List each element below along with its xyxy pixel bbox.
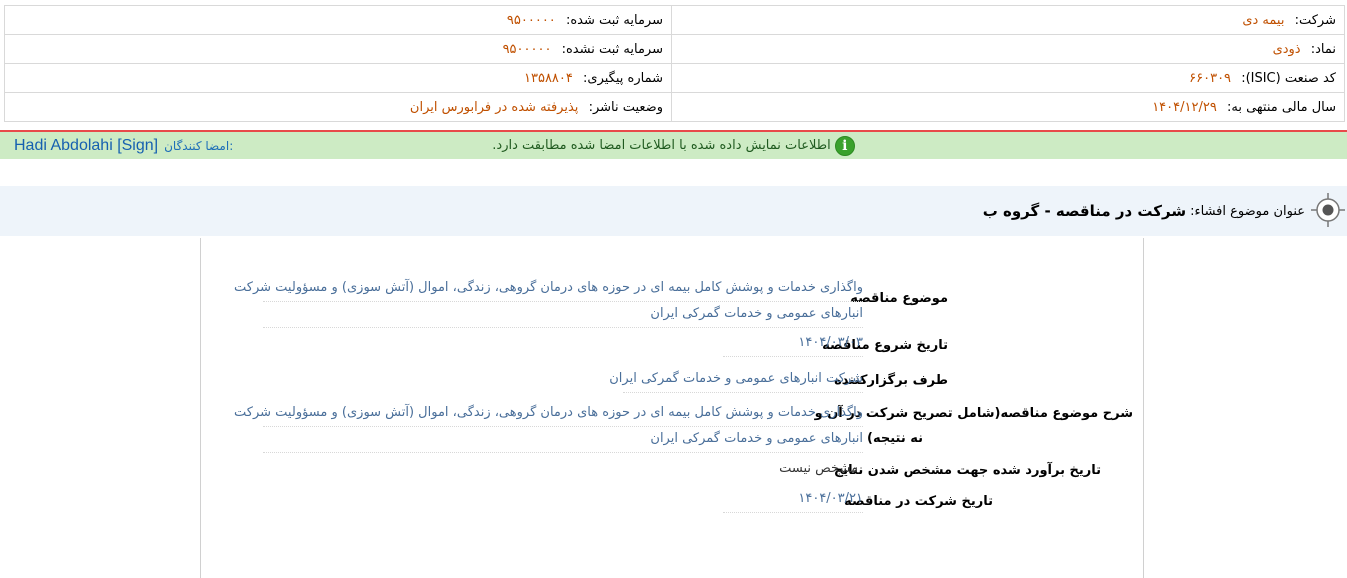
disclosure-title-value: شرکت در مناقصه - گروه ب [982,202,1187,220]
description-label-line2: نه نتیجه) [867,431,923,446]
info-row: نماد: ذودی سرمایه ثبت نشده: ۹۵۰۰۰۰۰ [4,34,1345,64]
verification-text: اطلاعات نمایش داده شده با اطلاعات امضا ش… [492,138,831,153]
description-value-line1: واگذاری خدمات و پوشش کامل بیمه ای در حوز… [234,400,863,427]
start-date-value: ۱۴۰۴/۰۳/۰۳ [723,330,863,357]
tracking-value: ۱۳۵۸۸۰۴ [524,70,573,86]
estimated-date-value: مشخص نیست [779,461,858,476]
registered-capital-value: ۹۵۰۰۰۰۰ [506,12,556,28]
company-label: شرکت: [1294,12,1336,28]
publisher-status-cell: وضعیت ناشر: پذیرفته شده در فرابورس ایران [4,92,672,122]
unregistered-capital-value: ۹۵۰۰۰۰۰ [502,41,552,57]
subject-value-line2: انبارهای عمومی و خدمات گمرکی ایران [263,301,863,328]
company-info-table: شرکت: بیمه دی سرمایه ثبت شده: ۹۵۰۰۰۰۰ نم… [4,5,1345,122]
disclosure-title-label: عنوان موضوع افشاء: [1190,203,1305,219]
isic-cell: کد صنعت (ISIC): ۶۶۰۳۰۹ [671,63,1345,93]
symbol-value: ذودی [1272,41,1301,57]
participation-date-label: تاریخ شرکت در مناقصه [844,494,993,509]
signers: Hadi Abdolahi [Sign] امضا کنندگان: [14,132,233,159]
publisher-status-value: پذیرفته شده در فرابورس ایران [409,99,579,115]
subject-label: موضوع مناقصه [850,291,948,306]
estimated-date-label: تاریخ برآورد شده جهت مشخص شدن نتایج [833,463,1101,478]
fiscal-cell: سال مالی منتهی به: ۱۴۰۴/۱۲/۲۹ [671,92,1345,122]
info-row: شرکت: بیمه دی سرمایه ثبت شده: ۹۵۰۰۰۰۰ [4,5,1345,35]
info-row: سال مالی منتهی به: ۱۴۰۴/۱۲/۲۹ وضعیت ناشر… [4,92,1345,122]
description-value-line2: انبارهای عمومی و خدمات گمرکی ایران [263,426,863,453]
tracking-label: شماره پیگیری: [583,70,663,86]
tender-details: موضوع مناقصه واگذاری خدمات و پوشش کامل ب… [200,238,1144,578]
registered-capital-label: سرمایه ثبت شده: [565,12,663,28]
subject-value-line1: واگذاری خدمات و پوشش کامل بیمه ای در حوز… [234,275,863,302]
disclosure-title: عنوان موضوع افشاء: شرکت در مناقصه - گروه… [983,186,1305,236]
info-row: کد صنعت (ISIC): ۶۶۰۳۰۹ شماره پیگیری: ۱۳۵… [4,63,1345,93]
isic-label: کد صنعت (ISIC): [1241,70,1336,86]
signer-link[interactable]: Hadi Abdolahi [Sign] [14,137,158,155]
fiscal-label: سال مالی منتهی به: [1226,99,1336,115]
symbol-label: نماد: [1310,41,1336,57]
info-icon: i [834,135,855,156]
unregistered-capital-cell: سرمایه ثبت نشده: ۹۵۰۰۰۰۰ [4,34,672,64]
verification-status-bar: i اطلاعات نمایش داده شده با اطلاعات امضا… [0,132,1347,159]
participation-date-value: ۱۴۰۴/۰۳/۲۱ [723,486,863,513]
isic-value: ۶۶۰۳۰۹ [1189,70,1232,86]
company-value: بیمه دی [1242,12,1285,28]
fiscal-value: ۱۴۰۴/۱۲/۲۹ [1152,99,1217,115]
disclosure-title-bar: عنوان موضوع افشاء: شرکت در مناقصه - گروه… [0,186,1347,236]
unregistered-capital-label: سرمایه ثبت نشده: [561,41,663,57]
registered-capital-cell: سرمایه ثبت شده: ۹۵۰۰۰۰۰ [4,5,672,35]
tracking-cell: شماره پیگیری: ۱۳۵۸۸۰۴ [4,63,672,93]
publisher-status-label: وضعیت ناشر: [588,99,663,115]
symbol-cell: نماد: ذودی [671,34,1345,64]
target-icon [1311,193,1345,227]
organizer-value: شرکت انبارهای عمومی و خدمات گمرکی ایران [609,366,863,393]
company-cell: شرکت: بیمه دی [671,5,1345,35]
signers-label: امضا کنندگان: [164,138,234,153]
